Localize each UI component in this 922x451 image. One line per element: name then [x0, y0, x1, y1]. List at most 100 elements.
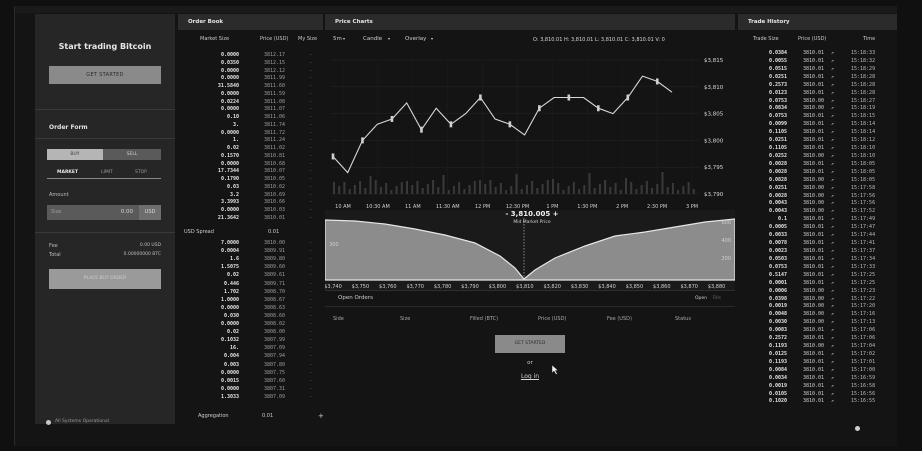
aggregation-plus-button[interactable]: +	[318, 412, 324, 420]
overlay-select[interactable]: Overlay	[405, 36, 426, 42]
ask-row[interactable]: 3.2 3810.69 -	[178, 192, 323, 199]
bid-row[interactable]: 1.702 3808.70 -	[178, 289, 323, 296]
trade-price: 3810.01	[803, 374, 825, 381]
market-size: 3.3993	[220, 199, 239, 206]
amount-input[interactable]: Size 0.00	[47, 205, 139, 220]
market-size: 1.6	[229, 256, 239, 263]
bid-row[interactable]: 0.0000 3808.02 -	[178, 321, 323, 328]
bid-row[interactable]: 0.0004 3809.91 -	[178, 248, 323, 255]
ask-row[interactable]: 0.0224 3811.08 -	[178, 99, 323, 106]
ask-row[interactable]: 0.0350 3812.15 -	[178, 60, 323, 67]
bid-row[interactable]: 1.3033 3807.09 -	[178, 394, 323, 401]
volume-bar	[609, 187, 612, 194]
aggregation-label: Aggregation	[198, 413, 229, 419]
total-value: 0.00000000 BTC	[123, 252, 161, 257]
tab-open[interactable]: Open	[695, 296, 707, 301]
top-strip	[15, 6, 897, 13]
bid-row[interactable]: 1.0000 3808.67 -	[178, 297, 323, 304]
login-link[interactable]: Log in	[515, 373, 545, 380]
trade-time: 15:18:19	[851, 105, 876, 112]
bid-row[interactable]: 0.0000 3807.75 -	[178, 370, 323, 377]
ask-row[interactable]: 0.1570 3810.81 -	[178, 153, 323, 160]
amount-unit-button[interactable]: USD	[139, 205, 161, 220]
order-type-stop[interactable]: STOP	[135, 170, 147, 175]
bid-row[interactable]: 0.1032 3807.99 -	[178, 337, 323, 344]
trade-price: 3810.00	[803, 343, 825, 350]
ask-row[interactable]: 0.02 3811.02 -	[178, 145, 323, 152]
y-tick-label: $3,800	[704, 138, 724, 144]
order-type-market[interactable]: MARKET	[57, 170, 78, 175]
bid-row[interactable]: 0.446 3809.71 -	[178, 281, 323, 288]
bid-row[interactable]: 0.004 3807.94 -	[178, 353, 323, 360]
trade-price: 3810.01	[803, 232, 825, 239]
bid-row[interactable]: 0.0015 3807.60 -	[178, 378, 323, 385]
trade-row: 0.0099 3810.01 ↗ 15:18:14	[738, 121, 897, 128]
bid-row[interactable]: 1.6 3809.80 -	[178, 256, 323, 263]
ask-row[interactable]: 21.3642 3810.01 -	[178, 215, 323, 222]
volume-bar	[682, 186, 685, 194]
trade-time: 15:17:13	[851, 319, 876, 326]
interval-select[interactable]: 5m	[333, 36, 342, 42]
trade-price: 3810.01	[803, 73, 825, 80]
bid-row[interactable]: 0.02 3808.00 -	[178, 329, 323, 336]
ask-row[interactable]: 3. 3811.74 -	[178, 122, 323, 129]
candle	[538, 105, 541, 112]
bid-row[interactable]: 0.0000 3808.63 -	[178, 305, 323, 312]
ask-row[interactable]: 0.0000 3812.12 -	[178, 68, 323, 75]
trade-time: 15:17:44	[851, 232, 876, 239]
bid-row[interactable]: 0.030 3808.60 -	[178, 313, 323, 320]
ask-row[interactable]: 0.0000 3811.07 -	[178, 106, 323, 113]
ask-row[interactable]: 0.1790 3810.05 -	[178, 176, 323, 183]
bid-row[interactable]: 7.0000 3810.00 -	[178, 240, 323, 247]
volume-bar	[374, 180, 377, 194]
ask-row[interactable]: 0.0000 3811.99 -	[178, 75, 323, 82]
trade-size: 0.0034	[768, 374, 787, 381]
ask-row[interactable]: 3.3993 3810.66 -	[178, 199, 323, 206]
trade-price: 3810.01	[803, 121, 825, 128]
trade-size: 0.0398	[768, 295, 787, 302]
trade-size: 0.0515	[768, 65, 787, 72]
ask-row[interactable]: 17.7344 3810.07 -	[178, 168, 323, 175]
volume-bar	[338, 186, 341, 194]
bid-row[interactable]: 0.02 3809.61 -	[178, 272, 323, 279]
trade-price: 3810.00	[803, 200, 825, 207]
market-size: 0.03	[226, 183, 239, 190]
sell-tab[interactable]: SELL	[103, 149, 161, 160]
bid-row[interactable]: 1.5075 3809.60 -	[178, 264, 323, 271]
get-started-button[interactable]: GET STARTED	[49, 66, 161, 84]
ask-row[interactable]: 0.0000 3811.59 -	[178, 91, 323, 98]
chart-style-select[interactable]: Candle	[363, 36, 382, 42]
settings-gear-icon[interactable]	[855, 426, 860, 431]
bid-row[interactable]: 0.003 3807.80 -	[178, 362, 323, 369]
ask-row[interactable]: 0.0000 3811.72 -	[178, 130, 323, 137]
buy-tab[interactable]: BUY	[47, 149, 103, 160]
price: 3810.02	[264, 183, 286, 190]
order-type-limit[interactable]: LIMIT	[101, 170, 113, 175]
bid-row[interactable]: 0.0000 3807.31 -	[178, 386, 323, 393]
overlay-chevron-icon: ▾	[431, 36, 434, 41]
ask-row[interactable]: 0.10 3811.06 -	[178, 114, 323, 121]
volume-bar	[400, 182, 403, 194]
place-buy-order-button[interactable]: PLACE BUY ORDER	[49, 269, 161, 289]
get-started-button-center[interactable]: GET STARTED	[495, 335, 565, 353]
bid-row[interactable]: 16. 3807.09 -	[178, 345, 323, 352]
ask-row[interactable]: 0.0000 3810.68 -	[178, 161, 323, 168]
volume-bar	[463, 189, 466, 194]
ask-row[interactable]: 0.0000 3810.03 -	[178, 207, 323, 214]
trade-size: 0.0084	[768, 366, 787, 373]
price: 3811.72	[264, 129, 286, 136]
my-size: -	[309, 98, 313, 105]
market-size: 0.0000	[220, 52, 239, 58]
ask-row[interactable]: 1. 3811.24 -	[178, 137, 323, 144]
market-size: 0.02	[226, 145, 239, 151]
price: 3807.99	[264, 337, 286, 344]
volume-bar	[656, 184, 659, 194]
volume-bar	[484, 184, 487, 194]
amount-value: 0.00	[120, 209, 133, 215]
ob-col-price: Price (USD)	[260, 36, 289, 42]
tab-fills[interactable]: Fills	[713, 296, 721, 301]
ask-row[interactable]: 0.03 3810.02 -	[178, 184, 323, 191]
price: 3810.00	[264, 240, 286, 246]
ask-row[interactable]: 31.5840 3811.60 -	[178, 83, 323, 90]
ask-row[interactable]: 0.0000 3812.17 -	[178, 52, 323, 59]
